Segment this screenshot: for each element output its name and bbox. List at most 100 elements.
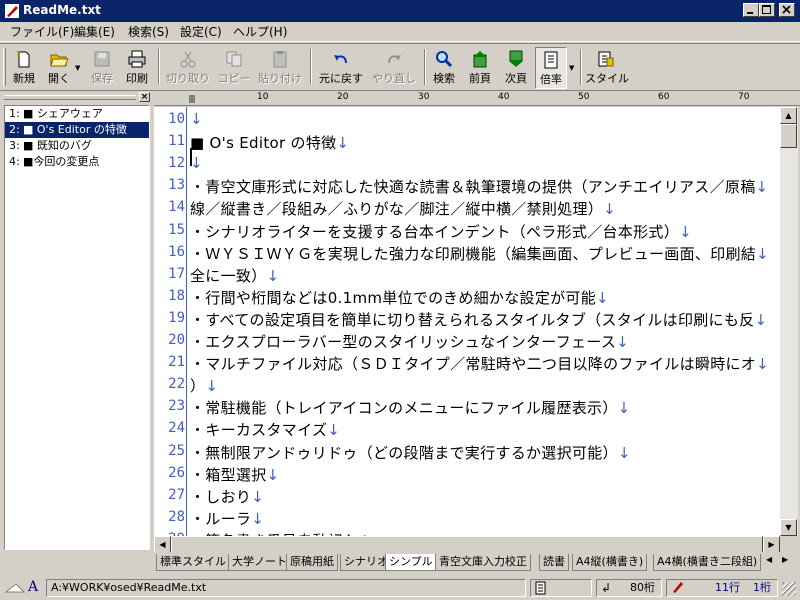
- line-number: 23: [168, 398, 185, 415]
- close-button[interactable]: [779, 3, 795, 17]
- zoom-dropdown-arrow-icon[interactable]: ▼: [569, 64, 574, 72]
- arrow-down-icon: ▼: [785, 523, 792, 532]
- new-button[interactable]: 新規: [9, 47, 39, 89]
- style-tab[interactable]: 原稿用紙: [286, 554, 338, 571]
- tab-scroll-right-icon[interactable]: ▶: [782, 555, 788, 564]
- line-number: 16: [168, 243, 185, 260]
- vertical-scroll-thumb[interactable]: [780, 124, 797, 148]
- tab-scroll-left-icon[interactable]: ◀: [766, 555, 772, 564]
- outline-item[interactable]: 4: ■今回の変更点: [5, 154, 149, 170]
- scroll-left-button[interactable]: ◀: [154, 536, 171, 553]
- toolbar-grip[interactable]: [3, 48, 6, 86]
- text-line: 全に一致）↓: [190, 265, 279, 286]
- line-break-mark: ↓: [754, 310, 768, 329]
- save-disk-icon: [94, 51, 110, 67]
- open-button[interactable]: 開く: [44, 47, 74, 89]
- undo-arrow-icon: [334, 55, 347, 64]
- line-text: ・青空文庫形式に対応した快適な読書＆執筆環境の提供（アンチエイリアス／原稿: [190, 178, 756, 197]
- outline-pane-close-button[interactable]: ×: [139, 92, 150, 102]
- paste-button[interactable]: 貼り付け: [256, 47, 304, 89]
- cut-button[interactable]: 切り取り: [164, 47, 212, 89]
- line-number: 12: [168, 155, 185, 172]
- vertical-scrollbar[interactable]: ▲ ▼: [780, 107, 798, 536]
- scroll-down-button[interactable]: ▼: [780, 519, 797, 536]
- outline-item[interactable]: 3: ■ 既知のバグ: [5, 138, 149, 154]
- style-tab-active[interactable]: シンプル: [385, 554, 437, 571]
- copy-button[interactable]: コピー: [214, 47, 254, 89]
- line-break-mark: ↓: [756, 244, 769, 263]
- style-tab[interactable]: 読書: [539, 554, 569, 571]
- line-number: 14: [168, 199, 185, 216]
- scrollbar-corner: [780, 536, 798, 553]
- scroll-right-button[interactable]: ▶: [763, 536, 780, 553]
- text-line: ・キーカスタマイズ↓: [190, 419, 340, 440]
- title-bar[interactable]: ReadMe.txt: [0, 0, 800, 22]
- style-tab[interactable]: A4横(横書き二段組): [653, 554, 762, 571]
- next-page-button[interactable]: 次頁: [501, 47, 531, 89]
- open-folder-icon: [50, 54, 69, 67]
- magnifier-icon: [436, 51, 453, 68]
- close-icon: [782, 5, 791, 14]
- print-button[interactable]: 印刷: [122, 47, 152, 89]
- outline-pane-grip[interactable]: [4, 95, 136, 100]
- ruler-caret-marker: [189, 95, 195, 103]
- zoom-button[interactable]: 倍率: [535, 47, 567, 89]
- ruler[interactable]: 10 20 30 40 50 60 70: [154, 92, 800, 106]
- toolbar-separator: [310, 49, 312, 85]
- text-line: ・すべての設定項目を簡単に切り替えられるスタイルタブ（スタイルは印刷にも反↓: [190, 309, 767, 330]
- font-a-icon[interactable]: A: [28, 579, 38, 595]
- line-break-mark: ↓: [679, 222, 692, 241]
- ruler-label: 30: [418, 92, 430, 102]
- style-tab[interactable]: 標準スタイル: [156, 554, 230, 571]
- maximize-button[interactable]: [759, 3, 775, 17]
- horizontal-scrollbar[interactable]: ◀ ▶: [154, 536, 780, 553]
- text-line: ・ＷＹＳＩＷＹＧを実現した強力な印刷機能（編集画面、プレビュー画面、印刷結↓: [190, 243, 769, 264]
- arrow-right-icon: ▶: [768, 540, 775, 549]
- line-break-mark: ↓: [266, 465, 280, 484]
- line-number: 18: [168, 287, 185, 304]
- menu-search[interactable]: 検索(S): [124, 24, 173, 40]
- paste-clipboard-icon: [273, 51, 287, 68]
- style-document-icon: [598, 51, 614, 67]
- ruler-label: 10: [257, 92, 269, 102]
- minimize-button[interactable]: [743, 3, 759, 17]
- redo-button[interactable]: やり直し: [370, 47, 418, 89]
- text-line: 線／縦書き／段組み／ふりがな／脚注／縦中横／禁則処理）↓: [190, 198, 616, 219]
- resize-grip[interactable]: [782, 582, 796, 596]
- prev-page-button[interactable]: 前頁: [465, 47, 495, 89]
- explorer-bar-toggle-icon[interactable]: [4, 580, 26, 596]
- menu-help[interactable]: ヘルプ(H): [229, 24, 291, 40]
- horizontal-scroll-thumb[interactable]: [171, 536, 763, 553]
- save-button[interactable]: 保存: [87, 47, 117, 89]
- style-tab[interactable]: 青空文庫入力校正: [435, 554, 531, 571]
- menu-settings[interactable]: 設定(C): [176, 24, 226, 40]
- status-column: 1桁: [753, 581, 771, 594]
- line-break-mark: ↓: [336, 134, 350, 153]
- style-tabs-bar: 標準スタイル 大学ノート 原稿用紙 シナリオ シンプル 青空文庫入力校正 読書 …: [154, 552, 800, 572]
- status-position: 11行 1桁: [666, 579, 778, 597]
- search-button[interactable]: 検索: [429, 47, 459, 89]
- app-pen-icon[interactable]: [4, 3, 20, 19]
- pen-icon: [673, 582, 683, 593]
- outline-pane: × 1: ■ シェアウェア 2: ■ O's Editor の特徴 3: ■ 既知のバ…: [4, 92, 150, 550]
- outline-pane-header: ×: [4, 92, 150, 103]
- outline-item[interactable]: 1: ■ シェアウェア: [5, 106, 149, 122]
- menu-file[interactable]: ファイル(F): [6, 24, 78, 40]
- outline-item-selected[interactable]: 2: ■ O's Editor の特徴: [5, 122, 149, 138]
- toolbar-separator: [580, 49, 582, 85]
- line-number: 22: [168, 376, 185, 393]
- line-text: ・箱型選択: [190, 465, 267, 484]
- line-break-mark: ↓: [616, 333, 630, 351]
- line-break-mark: ↓: [327, 421, 341, 440]
- scroll-up-button[interactable]: ▲: [780, 107, 797, 124]
- undo-button[interactable]: 元に戻す: [317, 47, 365, 89]
- line-number: 15: [168, 221, 185, 238]
- line-text: ）: [190, 377, 206, 396]
- new-document-icon: [16, 50, 30, 68]
- style-tab[interactable]: A4縦(横書き): [572, 554, 648, 571]
- style-button[interactable]: スタイル: [585, 47, 629, 89]
- text-area[interactable]: 10 ↓ 11 ■ O's Editor の特徴↓ 12 ↓ 13 ・青空文庫形式に対応した快…: [154, 107, 780, 536]
- menu-edit[interactable]: 編集(E): [70, 24, 119, 40]
- style-tab[interactable]: 大学ノート: [228, 554, 291, 571]
- open-dropdown-arrow-icon[interactable]: ▼: [75, 64, 80, 72]
